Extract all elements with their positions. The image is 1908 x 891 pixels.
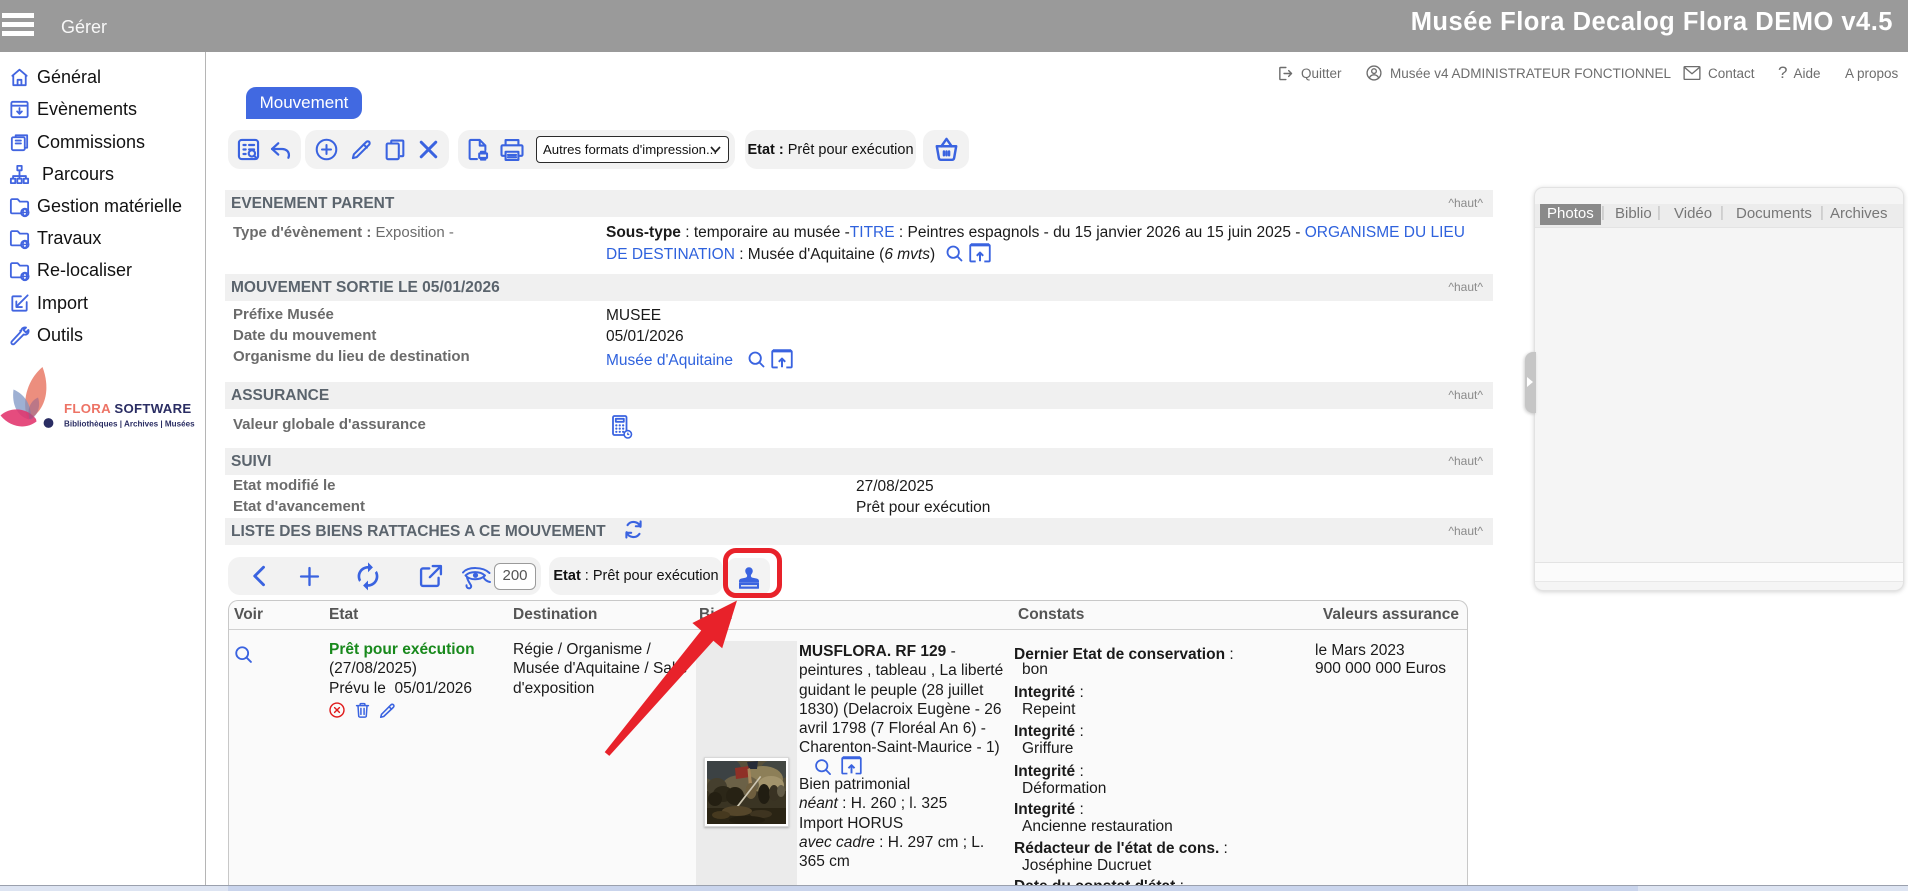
svg-text:Bibliothèques | Archives | Mus: Bibliothèques | Archives | Musées [64, 420, 195, 429]
svg-text:FLORA SOFTWARE: FLORA SOFTWARE [64, 401, 192, 416]
